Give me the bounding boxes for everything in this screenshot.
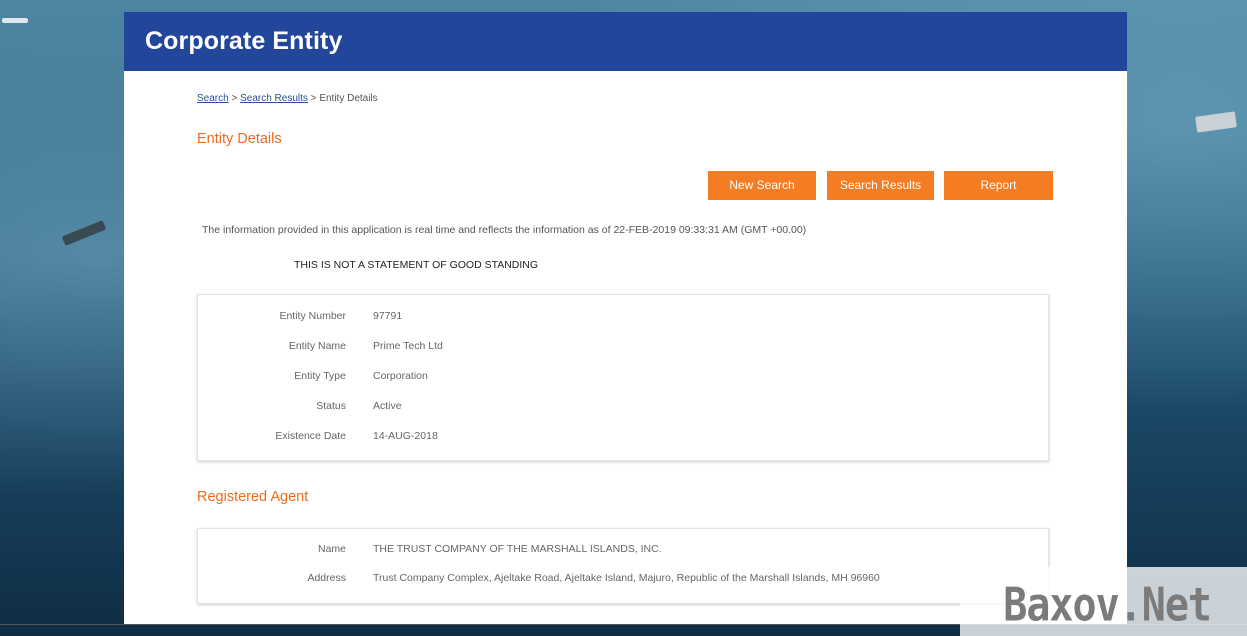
registered-agent-card: Name THE TRUST COMPANY OF THE MARSHALL I… bbox=[197, 528, 1049, 604]
search-results-button[interactable]: Search Results bbox=[827, 171, 934, 200]
detail-value: THE TRUST COMPANY OF THE MARSHALL ISLAND… bbox=[373, 543, 662, 555]
detail-row-entity-type: Entity Type Corporation bbox=[198, 370, 1048, 388]
detail-value: Corporation bbox=[373, 370, 428, 382]
detail-value: Prime Tech Ltd bbox=[373, 340, 443, 352]
good-standing-warning: THIS IS NOT A STATEMENT OF GOOD STANDING bbox=[294, 259, 539, 271]
detail-label: Entity Name bbox=[288, 340, 346, 352]
detail-value: 97791 bbox=[373, 310, 403, 322]
detail-value: Active bbox=[373, 400, 402, 412]
page-header: Corporate Entity bbox=[124, 12, 1127, 71]
detail-value: Trust Company Complex, Ajeltake Road, Aj… bbox=[373, 572, 880, 584]
info-text: The information provided in this applica… bbox=[202, 224, 807, 236]
watermark-text: Baxov.Net bbox=[1003, 579, 1212, 632]
breadcrumb-link-search[interactable]: Search bbox=[197, 93, 229, 104]
breadcrumb-link-search-results[interactable]: Search Results bbox=[240, 93, 308, 104]
breadcrumb-current: Entity Details bbox=[319, 93, 378, 104]
new-search-button[interactable]: New Search bbox=[708, 171, 816, 200]
detail-row-existence-date: Existence Date 14-AUG-2018 bbox=[198, 430, 1048, 448]
page-title: Corporate Entity bbox=[145, 27, 343, 55]
agent-row-address: Address Trust Company Complex, Ajeltake … bbox=[198, 572, 1048, 590]
detail-value: 14-AUG-2018 bbox=[373, 430, 438, 442]
breadcrumb: Search > Search Results > Entity Details bbox=[197, 93, 378, 104]
detail-label: Entity Number bbox=[279, 310, 346, 322]
detail-row-status: Status Active bbox=[198, 400, 1048, 418]
report-button[interactable]: Report bbox=[944, 171, 1053, 200]
detail-label: Address bbox=[307, 572, 346, 584]
agent-row-name: Name THE TRUST COMPANY OF THE MARSHALL I… bbox=[198, 543, 1048, 561]
ship-image bbox=[2, 18, 28, 23]
registered-agent-heading: Registered Agent bbox=[197, 489, 309, 505]
breadcrumb-separator: > bbox=[307, 93, 320, 104]
main-panel: Corporate Entity Search > Search Results… bbox=[124, 12, 1127, 624]
breadcrumb-separator: > bbox=[228, 93, 241, 104]
detail-row-entity-name: Entity Name Prime Tech Ltd bbox=[198, 340, 1048, 358]
entity-details-heading: Entity Details bbox=[197, 131, 282, 147]
detail-row-entity-number: Entity Number 97791 bbox=[198, 310, 1048, 328]
detail-label: Name bbox=[317, 543, 346, 555]
detail-label: Existence Date bbox=[275, 430, 346, 442]
detail-label: Status bbox=[316, 400, 346, 412]
detail-label: Entity Type bbox=[294, 370, 346, 382]
entity-details-card: Entity Number 97791 Entity Name Prime Te… bbox=[197, 294, 1049, 461]
watermark: Baxov.Net bbox=[960, 567, 1247, 636]
